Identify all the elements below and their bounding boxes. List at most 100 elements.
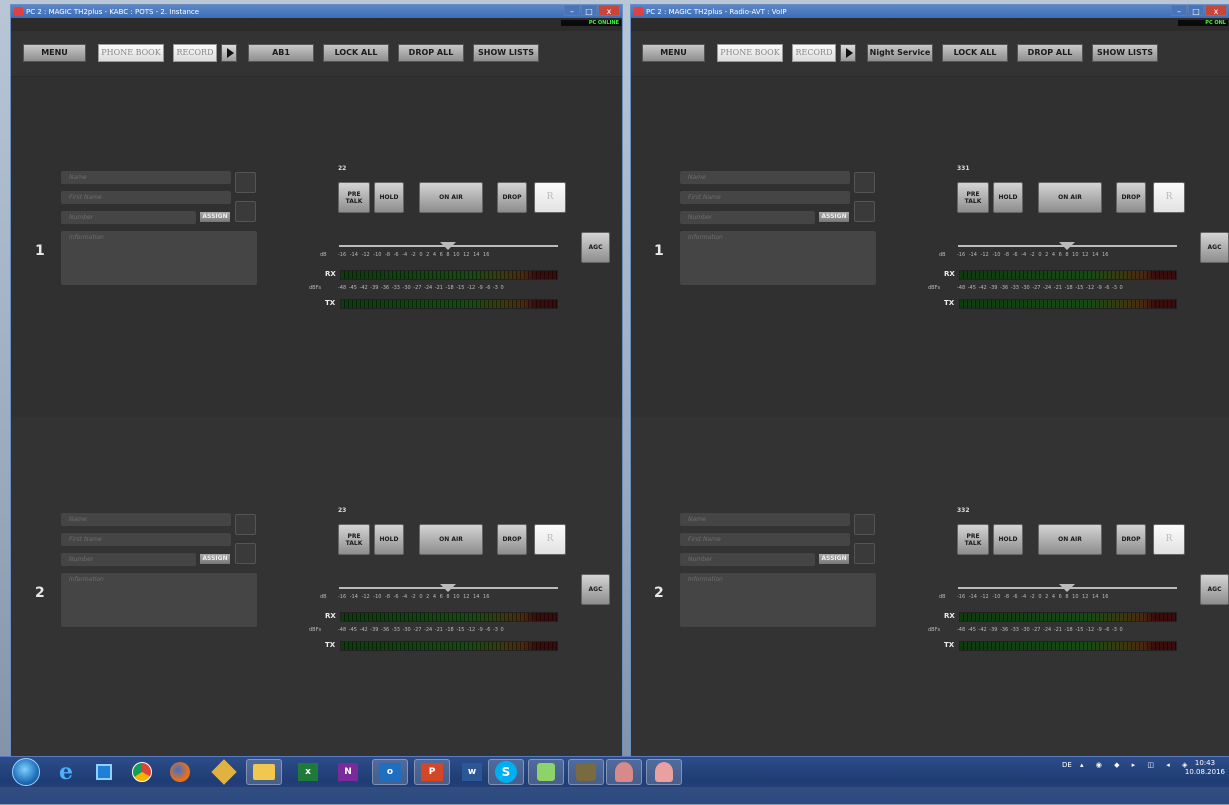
name-field[interactable]: Name (61, 171, 231, 184)
tray-icons[interactable]: ▴ ◉ ◆ ▸ ◫ ◂ ◈ (1080, 761, 1192, 769)
drop-button[interactable]: DROP (497, 182, 527, 213)
slider-thumb[interactable] (1059, 584, 1075, 592)
firefox-icon[interactable] (162, 759, 198, 785)
onenote-icon[interactable]: N (330, 759, 366, 785)
agc-button[interactable]: AGC (581, 232, 610, 263)
outlook-icon[interactable]: o (372, 759, 408, 785)
menu-button[interactable]: MENU (642, 44, 705, 62)
square-button[interactable] (235, 514, 256, 535)
square-button[interactable] (235, 172, 256, 193)
drop-button[interactable]: DROP (497, 524, 527, 555)
on-air-button[interactable]: ON AIR (419, 182, 483, 213)
magic-app-1-icon[interactable] (606, 759, 642, 785)
puzzle-app-icon[interactable] (206, 759, 242, 785)
assign-button[interactable]: ASSIGN (819, 212, 849, 222)
phonebook-button[interactable]: PHONE BOOK (98, 44, 164, 62)
square-button[interactable] (854, 543, 875, 564)
pre-talk-button[interactable]: PRE TALK (957, 524, 989, 555)
name-field[interactable]: Name (680, 171, 850, 184)
on-air-button[interactable]: ON AIR (419, 524, 483, 555)
first-name-field[interactable]: First Name (61, 191, 231, 204)
name-field[interactable]: Name (61, 513, 231, 526)
file-explorer-icon[interactable] (246, 759, 282, 785)
pre-talk-button[interactable]: PRE TALK (957, 182, 989, 213)
windows-start-icon[interactable] (12, 758, 40, 786)
pre-talk-button[interactable]: PRE TALK (338, 182, 370, 213)
information-field[interactable]: Information (680, 573, 876, 627)
minimize-button[interactable]: – (1171, 5, 1187, 16)
r-button[interactable]: R (534, 524, 566, 555)
square-button[interactable] (235, 201, 256, 222)
clock[interactable]: 10:43 10.08.2016 (1185, 759, 1225, 777)
information-field[interactable]: Information (61, 573, 257, 627)
maximize-button[interactable]: □ (1188, 5, 1204, 16)
r-button[interactable]: R (534, 182, 566, 213)
pre-talk-button[interactable]: PRE TALK (338, 524, 370, 555)
assign-button[interactable]: ASSIGN (200, 554, 230, 564)
first-name-field[interactable]: First Name (61, 533, 231, 546)
square-button[interactable] (235, 543, 256, 564)
hold-button[interactable]: HOLD (993, 524, 1023, 555)
first-name-field[interactable]: First Name (680, 191, 850, 204)
outlook-mail-icon[interactable] (86, 759, 122, 785)
show-lists-button[interactable]: SHOW LISTS (1092, 44, 1158, 62)
r-button[interactable]: R (1153, 524, 1185, 555)
information-field[interactable]: Information (61, 231, 257, 285)
title-bar[interactable]: PC 2 : MAGIC TH2plus - KABC : POTS - 2. … (11, 5, 622, 18)
skype-icon[interactable]: S (488, 759, 524, 785)
maximize-button[interactable]: □ (581, 5, 597, 16)
number-field[interactable]: Number (61, 211, 196, 224)
first-name-field[interactable]: First Name (680, 533, 850, 546)
internet-explorer-icon[interactable]: e (48, 759, 84, 785)
agc-button[interactable]: AGC (1200, 232, 1229, 263)
slider-thumb[interactable] (1059, 242, 1075, 250)
close-button[interactable]: x (1205, 5, 1227, 16)
square-button[interactable] (854, 201, 875, 222)
number-field[interactable]: Number (61, 553, 196, 566)
photo-app-icon[interactable] (568, 759, 604, 785)
phonebook-button[interactable]: PHONE BOOK (717, 44, 783, 62)
magic-app-2-icon[interactable] (646, 759, 682, 785)
hold-button[interactable]: HOLD (374, 524, 404, 555)
slider-thumb[interactable] (440, 242, 456, 250)
agc-button[interactable]: AGC (1200, 574, 1229, 605)
drop-button[interactable]: DROP (1116, 182, 1146, 213)
name-field[interactable]: Name (680, 513, 850, 526)
hold-button[interactable]: HOLD (993, 182, 1023, 213)
drop-all-button[interactable]: DROP ALL (1017, 44, 1083, 62)
number-field[interactable]: Number (680, 553, 815, 566)
lock-all-button[interactable]: LOCK ALL (942, 44, 1008, 62)
hold-button[interactable]: HOLD (374, 182, 404, 213)
agc-button[interactable]: AGC (581, 574, 610, 605)
powerpoint-icon[interactable]: P (414, 759, 450, 785)
record-button[interactable]: RECORD (173, 44, 217, 62)
on-air-button[interactable]: ON AIR (1038, 182, 1102, 213)
play-button[interactable] (840, 44, 856, 62)
square-button[interactable] (854, 514, 875, 535)
assign-button[interactable]: ASSIGN (819, 554, 849, 564)
language-indicator[interactable]: DE (1062, 761, 1072, 769)
number-field[interactable]: Number (680, 211, 815, 224)
square-button[interactable] (854, 172, 875, 193)
notepad-plus-icon[interactable] (528, 759, 564, 785)
assign-button[interactable]: ASSIGN (200, 212, 230, 222)
show-lists-button[interactable]: SHOW LISTS (473, 44, 539, 62)
slider-thumb[interactable] (440, 584, 456, 592)
information-field[interactable]: Information (680, 231, 876, 285)
drop-all-button[interactable]: DROP ALL (398, 44, 464, 62)
minimize-button[interactable]: – (564, 5, 580, 16)
menu-button[interactable]: MENU (23, 44, 86, 62)
r-button[interactable]: R (1153, 182, 1185, 213)
word-icon[interactable]: w (454, 759, 490, 785)
play-button[interactable] (221, 44, 237, 62)
chrome-icon[interactable] (124, 759, 160, 785)
close-button[interactable]: x (598, 5, 620, 16)
lock-all-button[interactable]: LOCK ALL (323, 44, 389, 62)
record-button[interactable]: RECORD (792, 44, 836, 62)
service-button[interactable]: AB1 (248, 44, 314, 62)
excel-icon[interactable]: x (290, 759, 326, 785)
service-button[interactable]: Night Service (867, 44, 933, 62)
drop-button[interactable]: DROP (1116, 524, 1146, 555)
title-bar[interactable]: PC 2 : MAGIC TH2plus - Radio-AVT : VoIP … (631, 5, 1229, 18)
on-air-button[interactable]: ON AIR (1038, 524, 1102, 555)
